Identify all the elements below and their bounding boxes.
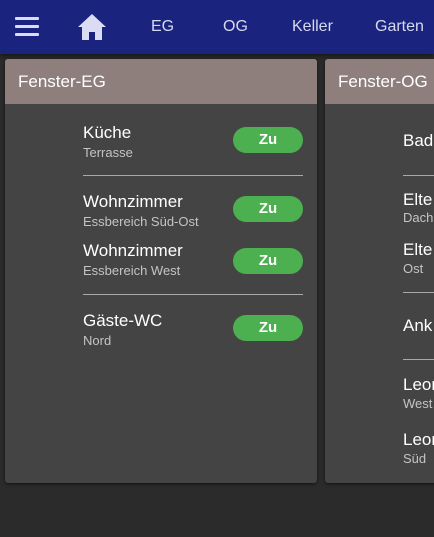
window-name: Leon [403,430,434,449]
window-name-wohnzimmer: Wohnzimmer [83,241,183,260]
home-icon[interactable] [77,13,107,41]
card-title: Fenster-OG [338,72,428,91]
window-location: West [403,396,433,411]
window-location: Terrasse [83,145,133,160]
window-name: Elte [403,190,433,209]
window-name-wohnzimmer: Wohnzimmer [83,192,183,211]
card-title: Fenster-EG [18,72,106,91]
divider [403,175,434,176]
window-location: Essbereich West [83,263,181,278]
window-state-button[interactable]: Zu [233,196,303,222]
window-name-kueche: Küche [83,123,132,142]
window-name: Bad [403,131,434,150]
divider [83,294,303,295]
card-fenster-og: Fenster-OG Bad Elte Dach Elte Ost Ank Le… [325,59,434,483]
divider [403,292,434,293]
nav-tab-garten[interactable]: Garten [375,18,424,36]
card-header: Fenster-EG [5,59,317,104]
nav-tab-eg[interactable]: EG [151,18,174,36]
window-location: Nord [83,333,112,348]
nav-tab-og[interactable]: OG [223,18,248,36]
menu-icon[interactable] [15,17,39,36]
nav-tab-keller[interactable]: Keller [292,18,333,36]
card-fenster-eg: Fenster-EG Küche Terrasse Zu Wohnzimmer … [5,59,317,483]
window-location: Essbereich Süd-Ost [83,214,199,229]
top-app-bar: EG OG Keller Garten [0,0,434,54]
window-state-button[interactable]: Zu [233,127,303,153]
window-state-button[interactable]: Zu [233,248,303,274]
window-location: Süd [403,451,427,466]
window-location: Dach [403,210,434,225]
divider [403,359,434,360]
card-header: Fenster-OG [325,59,434,104]
window-name-gaeste-wc: Gäste-WC [83,311,163,330]
window-state-button[interactable]: Zu [233,315,303,341]
window-location: Ost [403,261,424,276]
divider [83,175,303,176]
window-name: Elte [403,240,433,259]
window-name: Leon [403,375,434,394]
window-name: Ank [403,316,433,335]
